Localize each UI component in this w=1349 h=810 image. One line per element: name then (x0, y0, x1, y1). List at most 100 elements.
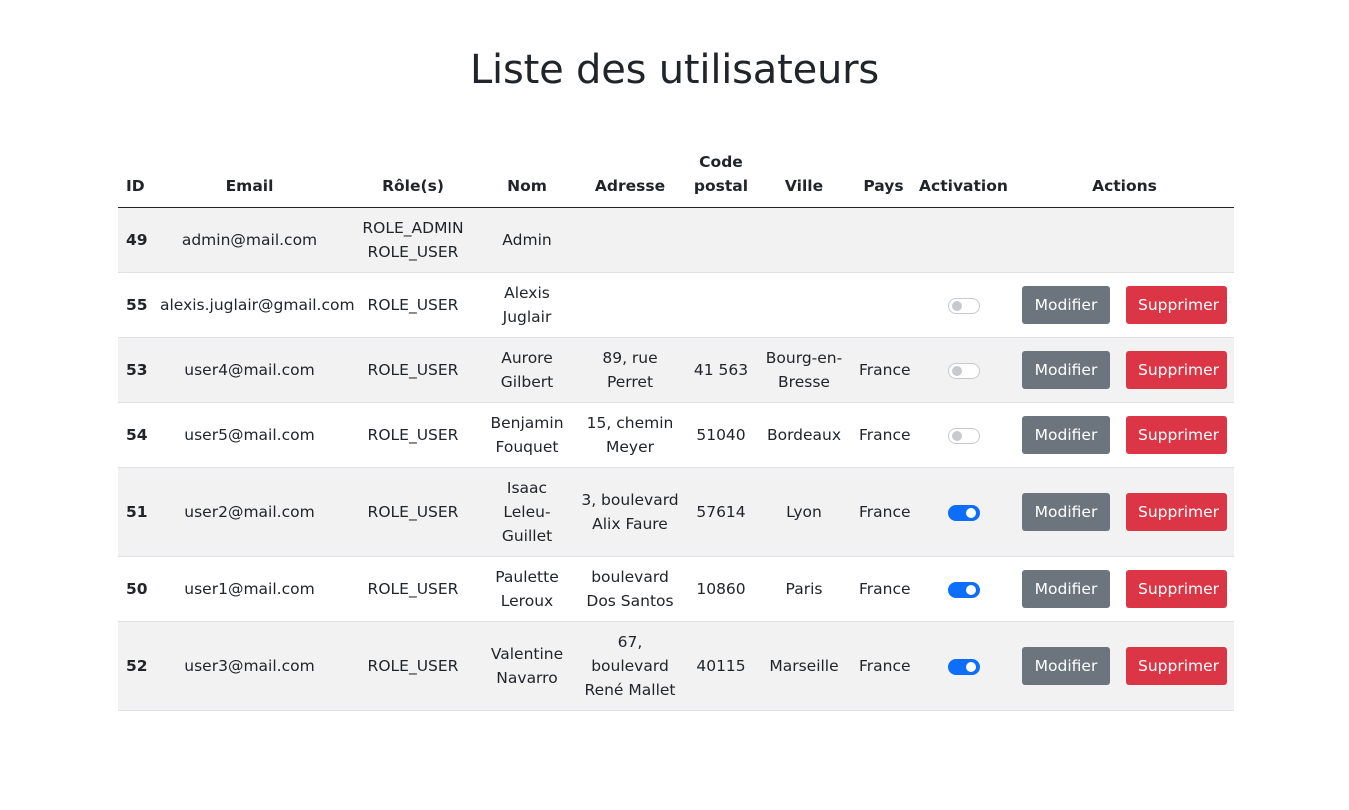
modifier-button[interactable]: Modifier (1022, 570, 1110, 608)
header-roles: Rôle(s) (343, 148, 483, 208)
cell-email: user2@mail.com (156, 467, 343, 557)
cell-id: 54 (118, 402, 156, 468)
cell-ville: Marseille (753, 621, 855, 711)
supprimer-button[interactable]: Supprimer (1126, 286, 1227, 324)
cell-nom: Aurore Gilbert (483, 337, 571, 403)
modifier-button[interactable]: Modifier (1022, 647, 1110, 685)
cell-id: 49 (118, 207, 156, 273)
cell-roles: ROLE_USER (343, 272, 483, 338)
cell-activation (912, 272, 1015, 338)
cell-code-postal: 40115 (689, 621, 753, 711)
cell-activation (912, 621, 1015, 711)
row-actions: Modifier Supprimer (1019, 570, 1230, 608)
table-header: ID Email Rôle(s) Nom Adresse Code postal… (118, 148, 1234, 208)
cell-roles-line: ROLE_USER (367, 296, 459, 314)
cell-nom-line: Admin (502, 231, 552, 249)
toggle-knob (965, 507, 976, 518)
table-row: 49 admin@mail.com ROLE_ADMIN ROLE_USER Admin (118, 207, 1234, 273)
cell-activation (912, 337, 1015, 403)
supprimer-button[interactable]: Supprimer (1126, 416, 1227, 454)
cell-adresse: 67, boulevard René Mallet (571, 621, 689, 711)
cell-id: 53 (118, 337, 156, 403)
modifier-button[interactable]: Modifier (1022, 286, 1110, 324)
cell-ville-line: Paris (785, 580, 823, 598)
row-actions: Modifier Supprimer (1019, 493, 1230, 531)
activation-toggle[interactable] (947, 504, 980, 521)
users-table: ID Email Rôle(s) Nom Adresse Code postal… (118, 148, 1234, 711)
cell-adresse-line: boulevard (591, 568, 669, 586)
header-code-postal: Code postal (689, 148, 753, 208)
cell-activation (912, 467, 1015, 557)
cell-ville-line: Lyon (786, 503, 822, 521)
cell-nom-line: Benjamin (490, 414, 564, 432)
table-row: 55 alexis.juglair@gmail.com ROLE_USER Alexi… (118, 272, 1234, 338)
cell-roles-line: ROLE_USER (367, 580, 459, 598)
cell-ville: Lyon (753, 467, 855, 557)
cell-adresse: 3, boulevard Alix Faure (571, 467, 689, 557)
cell-nom-line: Aurore (501, 349, 553, 367)
users-table-container: ID Email Rôle(s) Nom Adresse Code postal… (118, 148, 1234, 711)
cell-actions: Modifier Supprimer (1015, 402, 1234, 468)
row-actions: Modifier Supprimer (1019, 286, 1230, 324)
cell-roles-line: ROLE_USER (367, 426, 459, 444)
cell-adresse-line: boulevard (591, 657, 669, 675)
cell-pays: France (855, 621, 912, 711)
cell-nom: Admin (483, 207, 571, 273)
modifier-button[interactable]: Modifier (1022, 493, 1110, 531)
table-row: 54 user5@mail.com ROLE_USER Benjamin Fouquet… (118, 402, 1234, 468)
cell-actions: Modifier Supprimer (1015, 467, 1234, 557)
modifier-button[interactable]: Modifier (1022, 416, 1110, 454)
cell-nom: Valentine Navarro (483, 621, 571, 711)
modifier-button[interactable]: Modifier (1022, 351, 1110, 389)
cell-nom-line: Alexis (504, 284, 550, 302)
activation-toggle[interactable] (947, 581, 980, 598)
activation-toggle[interactable] (947, 297, 980, 314)
cell-code-postal (689, 207, 753, 273)
cell-code-postal: 10860 (689, 556, 753, 622)
header-adresse: Adresse (571, 148, 689, 208)
supprimer-button[interactable]: Supprimer (1126, 647, 1227, 685)
cell-adresse-line: 15, chemin (586, 414, 674, 432)
cell-code-postal: 57614 (689, 467, 753, 557)
cell-adresse-line: René Mallet (584, 681, 676, 699)
header-actions: Actions (1015, 148, 1234, 208)
cell-ville (753, 272, 855, 338)
cell-adresse: 89, rue Perret (571, 337, 689, 403)
cell-roles-line: ROLE_USER (367, 361, 459, 379)
cell-id: 51 (118, 467, 156, 557)
cell-nom-line: Leroux (500, 592, 554, 610)
table-row: 52 user3@mail.com ROLE_USER Valentine Navarr… (118, 621, 1234, 711)
cell-actions: Modifier Supprimer (1015, 621, 1234, 711)
cell-code-postal (689, 272, 753, 338)
activation-toggle[interactable] (947, 658, 980, 675)
cell-nom-line: Juglair (502, 308, 552, 326)
header-row: ID Email Rôle(s) Nom Adresse Code postal… (118, 148, 1234, 208)
cell-pays: France (855, 556, 912, 622)
supprimer-button[interactable]: Supprimer (1126, 493, 1227, 531)
activation-toggle[interactable] (947, 362, 980, 379)
header-email: Email (156, 148, 343, 208)
cell-adresse-line: Perret (606, 373, 654, 391)
cell-nom-line: Isaac (506, 479, 548, 497)
cell-nom: Isaac Leleu- Guillet (483, 467, 571, 557)
cell-roles-line: ROLE_ADMIN (362, 219, 464, 237)
cell-nom-line: Leleu- (503, 503, 551, 521)
header-code-postal-line: postal (693, 177, 749, 195)
cell-pays (855, 207, 912, 273)
cell-pays: France (855, 337, 912, 403)
supprimer-button[interactable]: Supprimer (1126, 351, 1227, 389)
cell-id: 52 (118, 621, 156, 711)
activation-toggle[interactable] (947, 427, 980, 444)
cell-email: alexis.juglair@gmail.com (156, 272, 355, 338)
supprimer-button[interactable]: Supprimer (1126, 570, 1227, 608)
cell-nom-line: Fouquet (495, 438, 559, 456)
toggle-knob (965, 661, 976, 672)
cell-ville: Paris (753, 556, 855, 622)
cell-roles: ROLE_USER (343, 621, 483, 711)
cell-id: 50 (118, 556, 156, 622)
cell-nom-line: Paulette (495, 568, 559, 586)
cell-adresse-line: 67, (617, 633, 643, 651)
cell-roles: ROLE_USER (343, 467, 483, 557)
table-row: 50 user1@mail.com ROLE_USER Paulette Leroux b… (118, 556, 1234, 622)
cell-email: admin@mail.com (156, 207, 343, 273)
